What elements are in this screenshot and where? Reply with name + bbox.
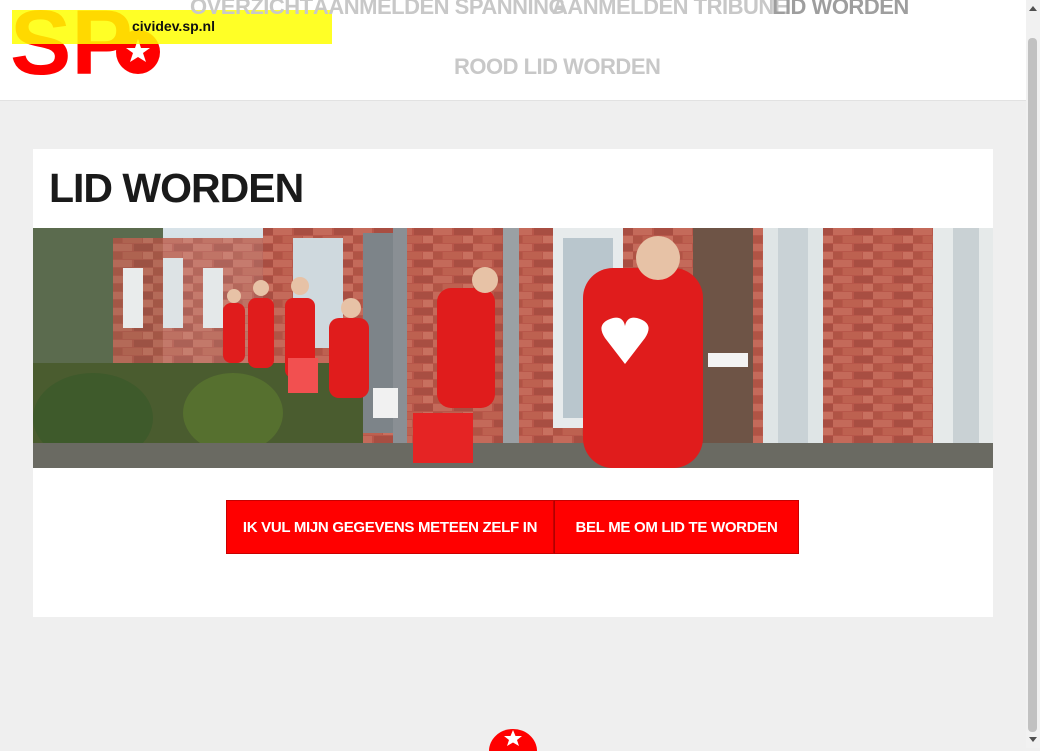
page-title: LID WORDEN: [49, 165, 304, 211]
footer-tomato-icon: [489, 729, 537, 751]
nav-item-lid-worden[interactable]: LID WORDEN: [772, 0, 909, 20]
site-header: SP cividev.sp.nl OVERZICHT AANMELDEN SPA…: [0, 0, 1026, 101]
content-card: LID WORDEN IK VUL MIJN GEGEVENS METEEN Z…: [33, 149, 993, 617]
call-me-button[interactable]: BEL ME OM LID TE WORDEN: [554, 500, 799, 554]
main-nav: OVERZICHT AANMELDEN SPANNING AANMELDEN T…: [180, 0, 910, 98]
fill-in-details-button[interactable]: IK VUL MIJN GEGEVENS METEEN ZELF IN: [226, 500, 554, 554]
nav-item-aanmelden-spanning[interactable]: AANMELDEN SPANNING: [313, 0, 566, 20]
scroll-up-arrow-icon[interactable]: [1029, 6, 1037, 11]
cta-row: IK VUL MIJN GEGEVENS METEEN ZELF IN BEL …: [226, 500, 799, 554]
scroll-down-arrow-icon[interactable]: [1029, 737, 1037, 742]
hero-image: [33, 228, 993, 468]
vertical-scrollbar[interactable]: [1026, 0, 1040, 748]
nav-item-aanmelden-tribune[interactable]: AANMELDEN TRIBUNE: [552, 0, 788, 20]
scroll-thumb[interactable]: [1028, 38, 1037, 732]
nav-item-overzicht[interactable]: OVERZICHT: [190, 0, 313, 20]
nav-item-rood-lid-worden[interactable]: ROOD LID WORDEN: [454, 54, 661, 80]
